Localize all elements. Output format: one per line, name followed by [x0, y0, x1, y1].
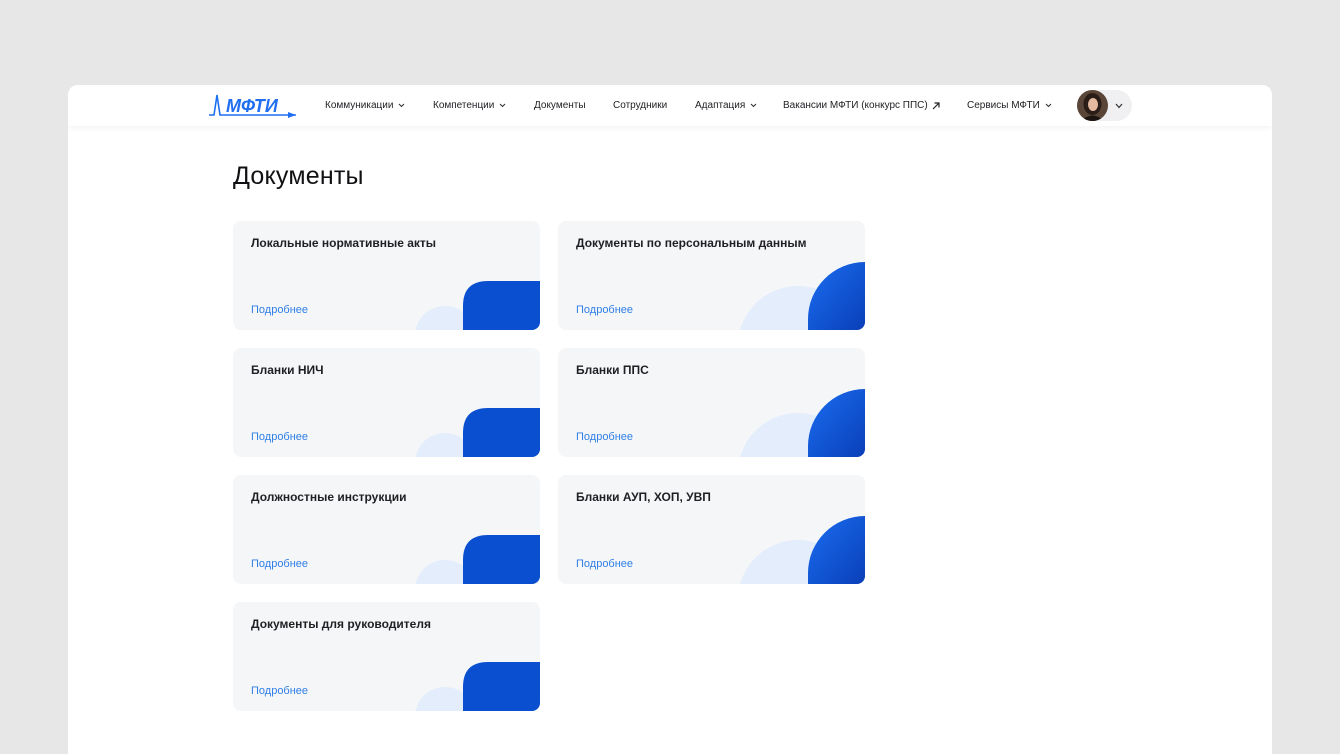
- nav-adaptation-label: Адаптация: [695, 100, 746, 111]
- nav-vacancies-label: Вакансии МФТИ (конкурс ППС): [783, 100, 928, 111]
- nav-communications-label: Коммуникации: [325, 100, 394, 111]
- document-card[interactable]: Должностные инструкции Подробнее: [233, 475, 540, 584]
- page-title: Документы: [233, 162, 364, 190]
- document-card[interactable]: Бланки АУП, ХОП, УВП Подробнее: [558, 475, 865, 584]
- user-menu[interactable]: [1077, 90, 1132, 121]
- nav-adaptation[interactable]: Адаптация: [695, 85, 757, 126]
- more-link[interactable]: Подробнее: [251, 685, 308, 697]
- nav-employees[interactable]: Сотрудники: [613, 85, 667, 126]
- card-title: Документы для руководителя: [251, 617, 431, 631]
- nav-competencies-label: Компетенции: [433, 100, 495, 111]
- card-title: Бланки АУП, ХОП, УВП: [576, 490, 711, 504]
- app-window: МФТИ Коммуникации Компетенции Документы …: [68, 85, 1272, 754]
- more-link[interactable]: Подробнее: [576, 431, 633, 443]
- chevron-down-icon: [1115, 103, 1123, 109]
- external-link-icon: [932, 101, 940, 109]
- document-card[interactable]: Документы по персональным данным Подробне…: [558, 221, 865, 330]
- nav-vacancies[interactable]: Вакансии МФТИ (конкурс ППС): [783, 85, 940, 126]
- card-title: Документы по персональным данным: [576, 236, 807, 250]
- card-title: Бланки ППС: [576, 363, 649, 377]
- mipt-logo[interactable]: МФТИ: [208, 90, 298, 120]
- more-link[interactable]: Подробнее: [251, 558, 308, 570]
- nav-services-label: Сервисы МФТИ: [967, 100, 1040, 111]
- card-title: Должностные инструкции: [251, 490, 407, 504]
- chevron-down-icon: [499, 103, 506, 108]
- card-title: Локальные нормативные акты: [251, 236, 437, 250]
- top-navbar: МФТИ Коммуникации Компетенции Документы …: [68, 85, 1272, 126]
- avatar[interactable]: [1077, 90, 1108, 121]
- document-card[interactable]: Документы для руководителя Подробнее: [233, 602, 540, 711]
- card-title: Бланки НИЧ: [251, 363, 324, 377]
- more-link[interactable]: Подробнее: [251, 431, 308, 443]
- svg-text:МФТИ: МФТИ: [226, 96, 279, 116]
- nav-competencies[interactable]: Компетенции: [433, 85, 506, 126]
- chevron-down-icon: [399, 103, 405, 108]
- more-link[interactable]: Подробнее: [576, 304, 633, 316]
- nav-documents[interactable]: Документы: [534, 85, 586, 126]
- nav-employees-label: Сотрудники: [613, 100, 668, 111]
- nav-documents-label: Документы: [534, 100, 586, 111]
- chevron-down-icon: [750, 103, 757, 108]
- nav-services[interactable]: Сервисы МФТИ: [967, 85, 1052, 126]
- document-card[interactable]: Локальные нормативные акты Подробнее: [233, 221, 540, 330]
- document-card[interactable]: Бланки НИЧ Подробнее: [233, 348, 540, 457]
- more-link[interactable]: Подробнее: [251, 304, 308, 316]
- chevron-down-icon: [1045, 103, 1052, 108]
- more-link[interactable]: Подробнее: [576, 558, 633, 570]
- nav-communications[interactable]: Коммуникации: [325, 85, 405, 126]
- document-card[interactable]: Бланки ППС Подробнее: [558, 348, 865, 457]
